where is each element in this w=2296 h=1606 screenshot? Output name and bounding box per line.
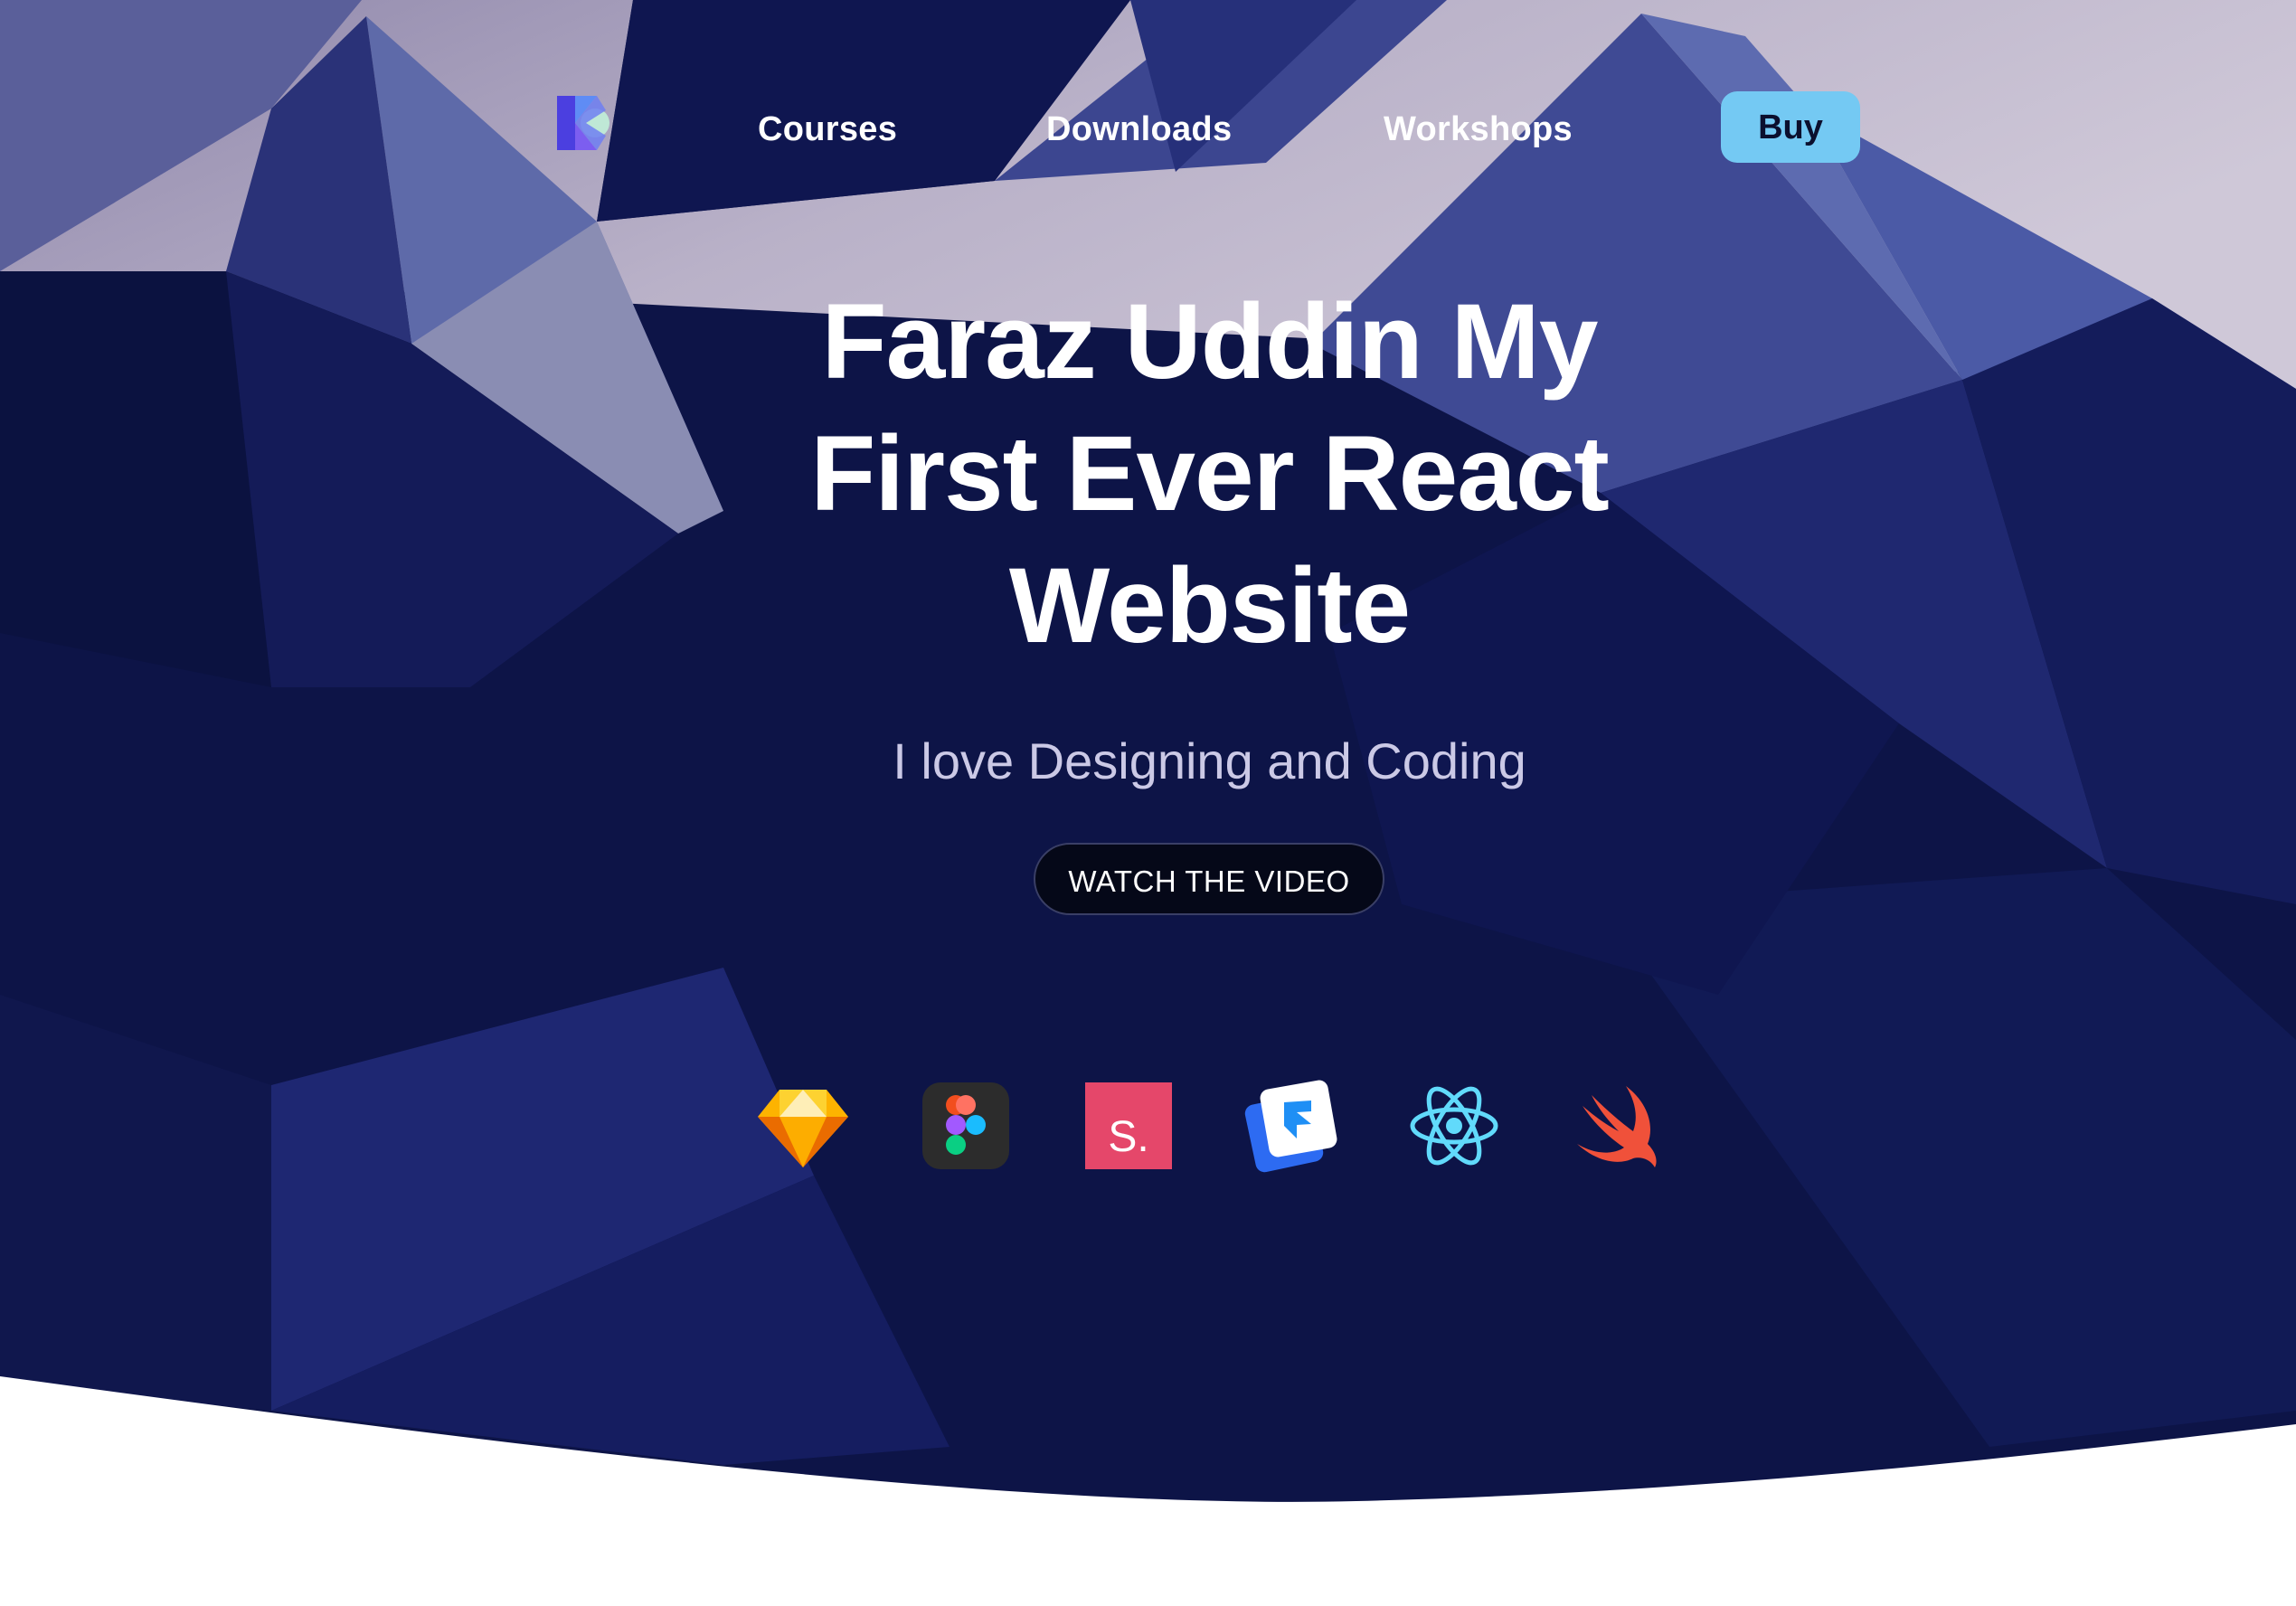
react-icon: [1410, 1086, 1498, 1166]
hero-section: Courses Downloads Workshops Buy Faraz Ud…: [0, 0, 2296, 1606]
sketch-icon: [758, 1090, 848, 1167]
buy-button[interactable]: Buy: [1721, 91, 1860, 163]
hero-subtitle: I love Designing and Coding: [893, 732, 1526, 789]
framer-icon: [1244, 1080, 1337, 1173]
studio-icon: S.: [1085, 1082, 1172, 1169]
hero-background: [0, 0, 2296, 1606]
nav-link-workshops[interactable]: Workshops: [1384, 102, 1573, 156]
nav-link-courses[interactable]: Courses: [758, 102, 897, 156]
hero-title: Faraz Uddin My First Ever React Website: [810, 282, 1610, 666]
figma-icon: [922, 1082, 1009, 1169]
watch-video-button[interactable]: WATCH THE VIDEO: [1034, 843, 1384, 915]
nav-link-downloads[interactable]: Downloads: [1046, 102, 1232, 156]
swift-icon: [1577, 1086, 1657, 1167]
brand-logo-icon[interactable]: [553, 92, 615, 154]
studio-icon-label: S.: [1108, 1113, 1148, 1161]
